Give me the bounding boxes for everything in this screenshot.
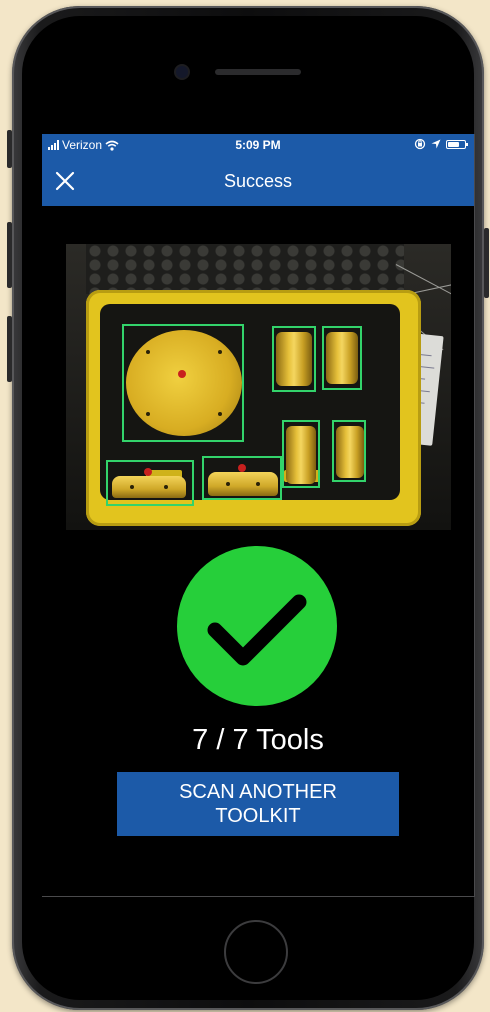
earpiece-speaker [215,69,301,75]
detection-box [202,456,282,500]
checkmark-icon [207,594,307,666]
status-time: 5:09 PM [235,138,281,152]
page-title: Success [223,171,293,191]
detection-box [106,460,194,506]
volume-up-button [7,222,12,288]
toolkit-photo [66,244,451,530]
volume-down-button [7,316,12,382]
orientation-lock-icon [414,138,426,150]
detection-box [122,324,244,442]
detection-box [282,420,320,488]
home-button[interactable] [224,920,288,984]
navigation-bar: Success [42,156,474,206]
status-right [414,138,468,150]
status-bar: Verizon 5:09 PM [42,134,474,156]
scan-another-toolkit-button[interactable]: SCAN ANOTHER TOOLKIT [117,772,399,836]
battery-icon [446,139,468,149]
scan-button-label-line2: TOOLKIT [215,805,301,827]
mute-switch [7,130,12,168]
battery-level-fill [448,141,459,147]
detection-box [332,420,366,482]
app-screen: Verizon 5:09 PM Success 7 / 7 Tools SCAN… [42,134,475,897]
scan-button-label-line1: SCAN ANOTHER [179,781,337,803]
location-arrow-icon [431,139,441,149]
power-button [484,228,489,298]
front-camera [176,66,188,78]
detection-box [322,326,362,390]
page-background: Verizon 5:09 PM Success 7 / 7 Tools SCAN… [0,0,490,1012]
tool-count-text: 7 / 7 Tools [192,724,324,756]
detection-box [272,326,316,392]
success-badge [177,546,337,706]
foam-lid [86,244,404,294]
